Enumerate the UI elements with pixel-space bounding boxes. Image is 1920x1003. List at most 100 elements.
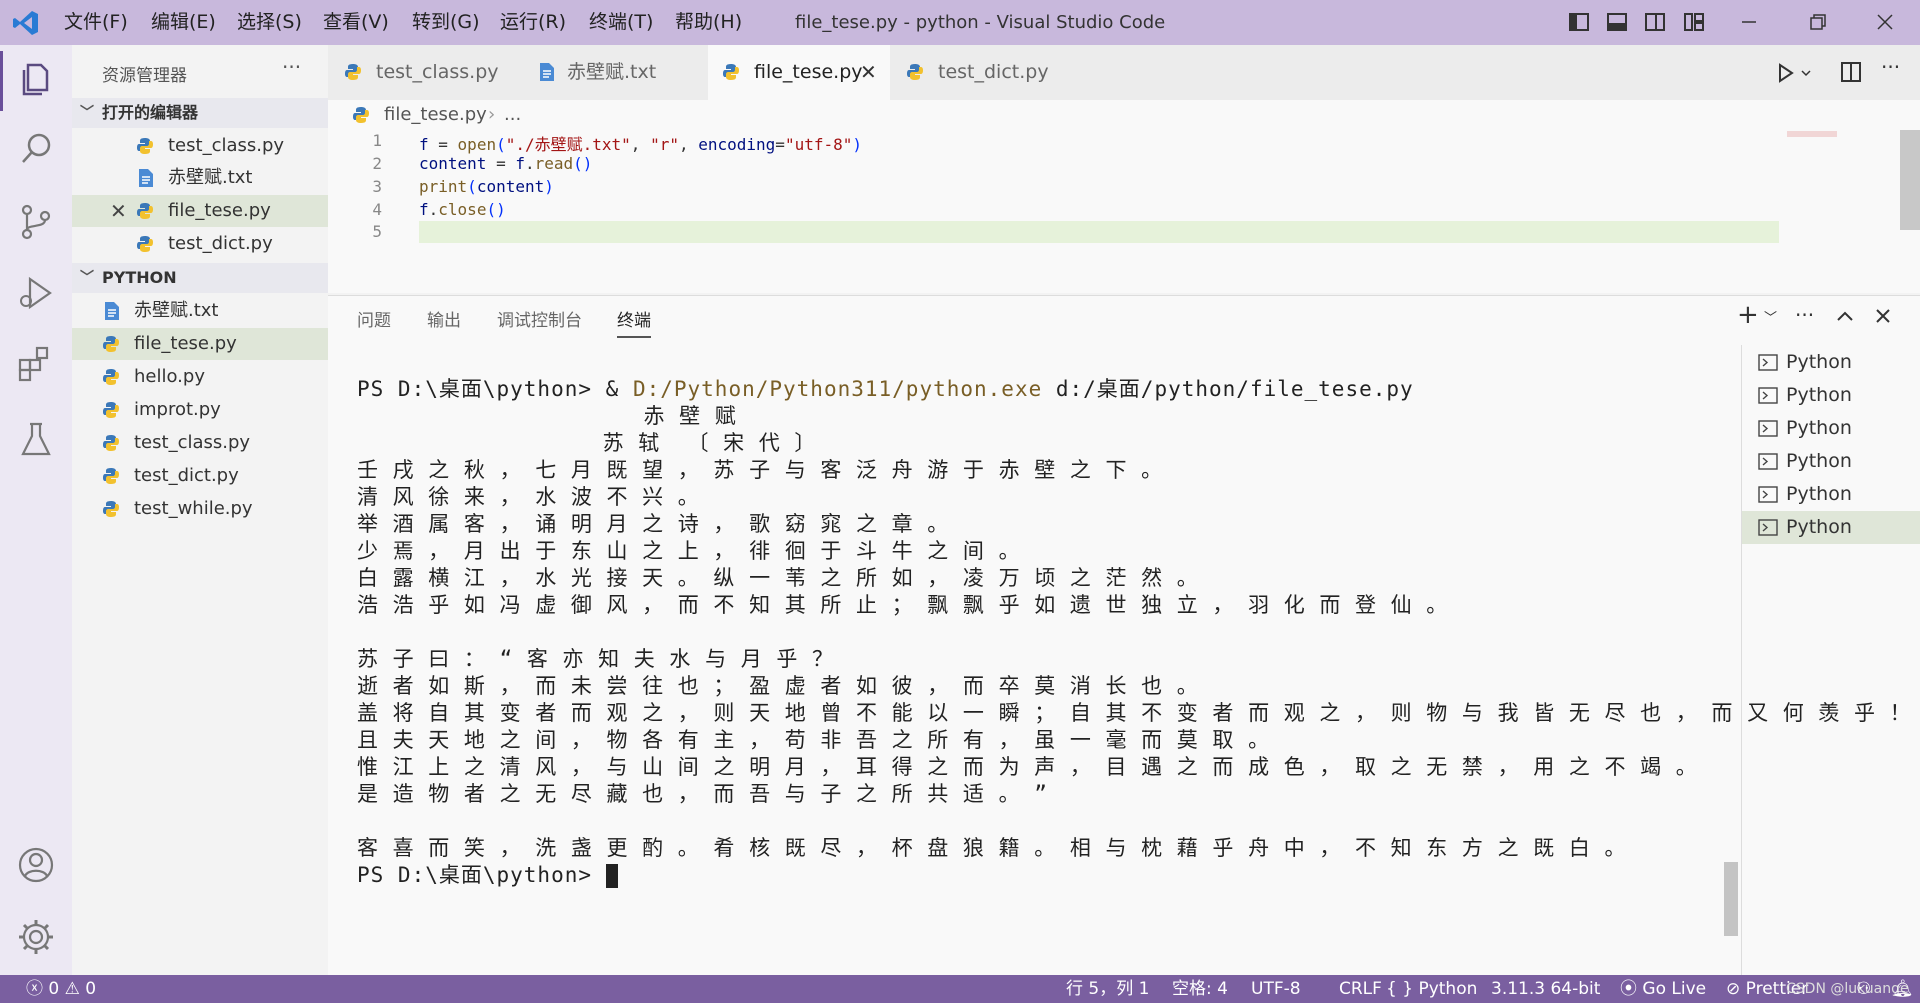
terminal-list-item[interactable]: Python — [1742, 445, 1920, 478]
terminal-list-item[interactable]: Python — [1742, 379, 1920, 412]
menu-run[interactable]: 运行(R) — [500, 0, 566, 45]
more-actions-icon[interactable]: ··· — [1795, 303, 1814, 327]
file-name: test_while.py — [134, 498, 253, 519]
active-indicator — [0, 51, 3, 111]
open-editor-item[interactable]: test_class.py — [72, 130, 328, 162]
tab-test-dict[interactable]: test_dict.py — [892, 45, 1082, 100]
terminal-name: Python — [1786, 516, 1852, 538]
folder-title: PYTHON — [102, 268, 177, 287]
open-editor-item[interactable]: test_dict.py — [72, 228, 328, 260]
indentation[interactable]: 空格: 4 — [1172, 975, 1228, 1003]
gear-icon[interactable] — [14, 915, 58, 959]
run-python-file-icon[interactable] — [1776, 59, 1820, 87]
menu-terminal[interactable]: 终端(T) — [589, 0, 653, 45]
more-actions-icon[interactable]: ··· — [282, 55, 301, 79]
menu-file[interactable]: 文件(F) — [64, 0, 128, 45]
terminal-name: Python — [1786, 351, 1852, 373]
notifications-icon[interactable]: 🔔︎ — [1892, 975, 1914, 1003]
go-live[interactable]: ⦿ Go Live — [1620, 975, 1706, 1003]
minimize-icon[interactable] — [1735, 8, 1763, 36]
tab-test-class[interactable]: test_class.py — [328, 45, 521, 100]
tab-file-tese[interactable]: file_tese.py ✕ — [708, 45, 890, 100]
terminal-output[interactable]: PS D:\桌面\python> & D:/Python/Python311/p… — [357, 376, 1911, 889]
accounts-icon[interactable]: ⚇ — [1856, 975, 1871, 1003]
prompt-text: PS D:\桌面\python> & — [357, 377, 633, 401]
run-debug-icon[interactable] — [14, 271, 58, 315]
chevron-down-icon[interactable]: ﹀ — [1764, 307, 1777, 326]
file-item[interactable]: test_class.py — [72, 427, 328, 459]
menu-goto[interactable]: 转到(G) — [412, 0, 480, 45]
customize-layout-icon[interactable] — [1680, 8, 1708, 36]
file-name: test_class.py — [134, 432, 251, 453]
close-icon[interactable]: ✕ — [110, 195, 127, 227]
panel-tab-debug-console[interactable]: 调试控制台 — [497, 306, 582, 336]
end-of-line[interactable]: CRLF — [1339, 975, 1382, 1003]
terminal-line: 赤 壁 赋 — [357, 404, 737, 428]
maximize-panel-icon[interactable] — [1834, 308, 1856, 324]
problems-status[interactable]: ⓧ 0 ⚠ 0 — [26, 975, 96, 1003]
panel-tab-terminal[interactable]: 终端 — [617, 306, 651, 338]
code-line-4: f.close() — [419, 200, 506, 219]
terminal-line: 客 喜 而 笑 ， 洗 盏 更 酌 。 肴 核 既 尽 ， 杯 盘 狼 籍 。 … — [357, 836, 1627, 860]
terminal-scrollbar[interactable] — [1724, 862, 1738, 936]
terminal-line: 苏 子 曰 ： “ 客 亦 知 夫 水 与 月 乎 ？ — [357, 647, 835, 671]
file-name: 赤壁赋.txt — [168, 167, 253, 188]
terminal-icon — [1758, 354, 1778, 371]
source-control-icon[interactable] — [14, 200, 58, 244]
file-item[interactable]: test_while.py — [72, 493, 328, 525]
folder-section-python[interactable]: ﹀ PYTHON — [72, 263, 328, 293]
code-editor[interactable] — [328, 100, 1920, 293]
new-terminal-icon[interactable]: + — [1737, 300, 1759, 330]
open-editor-item-active[interactable]: ✕ file_tese.py — [72, 195, 328, 227]
terminal-list-item[interactable]: Python — [1742, 346, 1920, 379]
cursor-position[interactable]: 行 5，列 1 — [1066, 975, 1149, 1003]
python-file-icon — [103, 402, 119, 418]
breadcrumb-symbols[interactable]: ... — [504, 100, 521, 130]
account-icon[interactable] — [14, 843, 58, 887]
terminal-icon — [1758, 486, 1778, 503]
toggle-panel-icon[interactable] — [1603, 8, 1631, 36]
panel-tab-problems[interactable]: 问题 — [357, 306, 391, 336]
python-file-icon — [345, 64, 361, 80]
close-tab-icon[interactable]: ✕ — [860, 45, 877, 100]
file-name: test_dict.py — [134, 465, 239, 486]
more-actions-icon[interactable]: ··· — [1881, 55, 1900, 79]
explorer-icon[interactable] — [14, 57, 58, 101]
minimap[interactable] — [1787, 131, 1837, 137]
menu-view[interactable]: 查看(V) — [323, 0, 389, 45]
restore-icon[interactable] — [1803, 8, 1831, 36]
tab-chibifu[interactable]: 赤壁赋.txt — [523, 45, 706, 100]
panel-tab-output[interactable]: 输出 — [427, 306, 461, 336]
close-window-icon[interactable] — [1871, 8, 1899, 36]
menu-selection[interactable]: 选择(S) — [237, 0, 302, 45]
python-file-icon — [907, 64, 923, 80]
toggle-secondary-sidebar-icon[interactable] — [1641, 8, 1669, 36]
terminal-line: 壬 戌 之 秋 ， 七 月 既 望 ， 苏 子 与 客 泛 舟 游 于 赤 壁 … — [357, 458, 1164, 482]
toggle-sidebar-icon[interactable] — [1565, 8, 1593, 36]
file-item[interactable]: improt.py — [72, 394, 328, 426]
testing-icon[interactable] — [14, 418, 58, 462]
open-editor-item[interactable]: 赤壁赋.txt — [72, 162, 328, 194]
file-item-selected[interactable]: file_tese.py — [72, 328, 328, 360]
menu-help[interactable]: 帮助(H) — [675, 0, 742, 45]
encoding[interactable]: UTF-8 — [1251, 975, 1301, 1003]
terminal-line: 且 夫 天 地 之 间 ， 物 各 有 主 ， 苟 非 吾 之 所 有 ， 虽 … — [357, 728, 1271, 752]
file-item[interactable]: test_dict.py — [72, 460, 328, 492]
file-item[interactable]: hello.py — [72, 361, 328, 393]
search-icon[interactable] — [14, 127, 58, 171]
interpreter-version[interactable]: 3.11.3 64-bit — [1491, 975, 1600, 1003]
breadcrumb-file[interactable]: file_tese.py — [384, 100, 487, 130]
terminal-list-item[interactable]: Python — [1742, 412, 1920, 445]
extensions-icon[interactable] — [14, 342, 58, 386]
editor-scrollbar[interactable] — [1900, 130, 1920, 230]
chevron-right-icon: › — [488, 104, 496, 125]
terminal-list-item-active[interactable]: Python — [1742, 511, 1920, 544]
close-panel-icon[interactable] — [1874, 307, 1892, 325]
menu-edit[interactable]: 编辑(E) — [151, 0, 216, 45]
language-mode[interactable]: { } Python — [1386, 975, 1477, 1003]
open-editors-section[interactable]: ﹀ 打开的编辑器 — [72, 98, 328, 128]
split-editor-icon[interactable] — [1838, 59, 1864, 85]
terminal-list-item[interactable]: Python — [1742, 478, 1920, 511]
terminal-line: PS D:\桌面\python> & D:/Python/Python311/p… — [357, 376, 1727, 403]
file-item[interactable]: 赤壁赋.txt — [72, 295, 328, 327]
